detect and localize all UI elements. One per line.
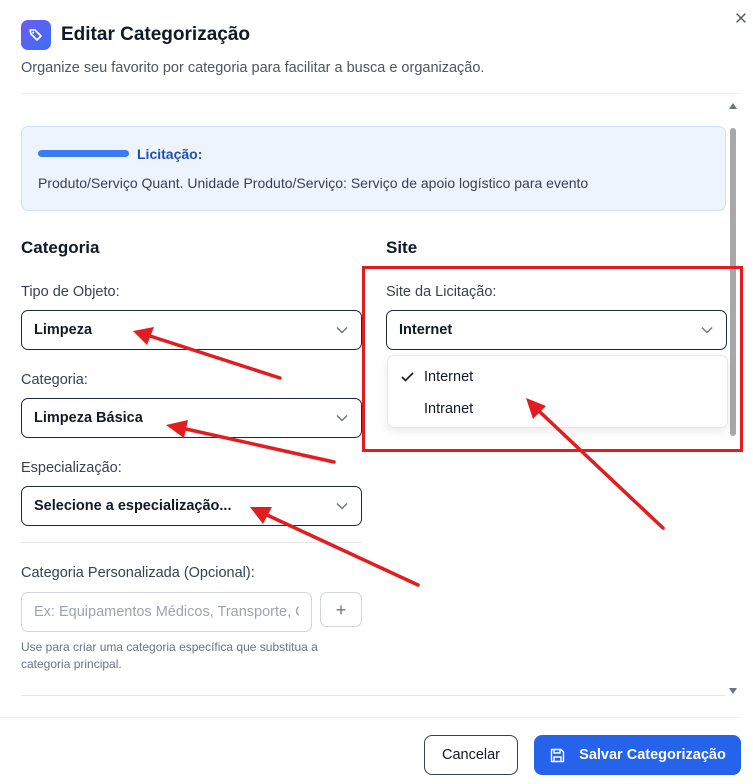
- categoria-value: Limpeza Básica: [34, 410, 143, 426]
- categoria-personalizada-help: Use para criar uma categoria específica …: [21, 640, 318, 671]
- categoria-select[interactable]: Limpeza Básica: [21, 398, 362, 438]
- section-divider: [21, 542, 362, 543]
- save-categorization-button[interactable]: Salvar Categorização: [534, 735, 741, 775]
- especializacao-value: Selecione a especialização...: [34, 498, 232, 514]
- site-section-title: Site: [386, 238, 418, 257]
- close-icon: [736, 13, 746, 23]
- cancel-button[interactable]: Cancelar: [424, 735, 518, 775]
- footer-divider: [0, 717, 740, 718]
- scroll-up-arrow-icon[interactable]: [728, 102, 738, 112]
- categoria-personalizada-label: Categoria Personalizada (Opcional):: [21, 565, 255, 581]
- info-text: Produto/Serviço Quant. Unidade Produto/S…: [38, 175, 589, 191]
- scroll-down-arrow-icon[interactable]: [728, 687, 738, 697]
- especializacao-select[interactable]: Selecione a especialização...: [21, 486, 362, 526]
- tipo-objeto-select[interactable]: Limpeza: [21, 310, 362, 350]
- chevron-down-icon: [335, 323, 349, 337]
- categoria-label: Categoria:: [21, 372, 88, 388]
- dialog-title: Editar Categorização: [61, 24, 250, 45]
- info-accent-bar: [38, 150, 129, 157]
- licitacao-info-box: Licitação: Produto/Serviço Quant. Unidad…: [21, 126, 726, 211]
- especializacao-label: Especialização:: [21, 460, 122, 476]
- categoria-personalizada-input[interactable]: [21, 592, 312, 632]
- chevron-down-icon: [335, 499, 349, 513]
- header-divider: [21, 93, 740, 94]
- tipo-objeto-label: Tipo de Objeto:: [21, 284, 120, 300]
- tag-icon: [21, 20, 51, 50]
- plus-icon: +: [335, 599, 347, 620]
- save-button-label: Salvar Categorização: [579, 747, 726, 763]
- tipo-objeto-value: Limpeza: [34, 322, 93, 338]
- save-icon: [549, 747, 565, 763]
- info-label: Licitação:: [137, 146, 203, 162]
- chevron-down-icon: [335, 411, 349, 425]
- close-button[interactable]: [733, 10, 749, 26]
- edit-categorization-dialog: Editar Categorização Organize seu favori…: [0, 0, 753, 784]
- dialog-subtitle: Organize seu favorito por categoria para…: [21, 60, 485, 76]
- categoria-section-title: Categoria: [21, 238, 100, 257]
- content-bottom-divider: [21, 695, 726, 696]
- annotation-highlight-frame: [362, 266, 743, 452]
- add-category-button[interactable]: +: [320, 592, 362, 627]
- dialog-header: Editar Categorização: [21, 20, 250, 50]
